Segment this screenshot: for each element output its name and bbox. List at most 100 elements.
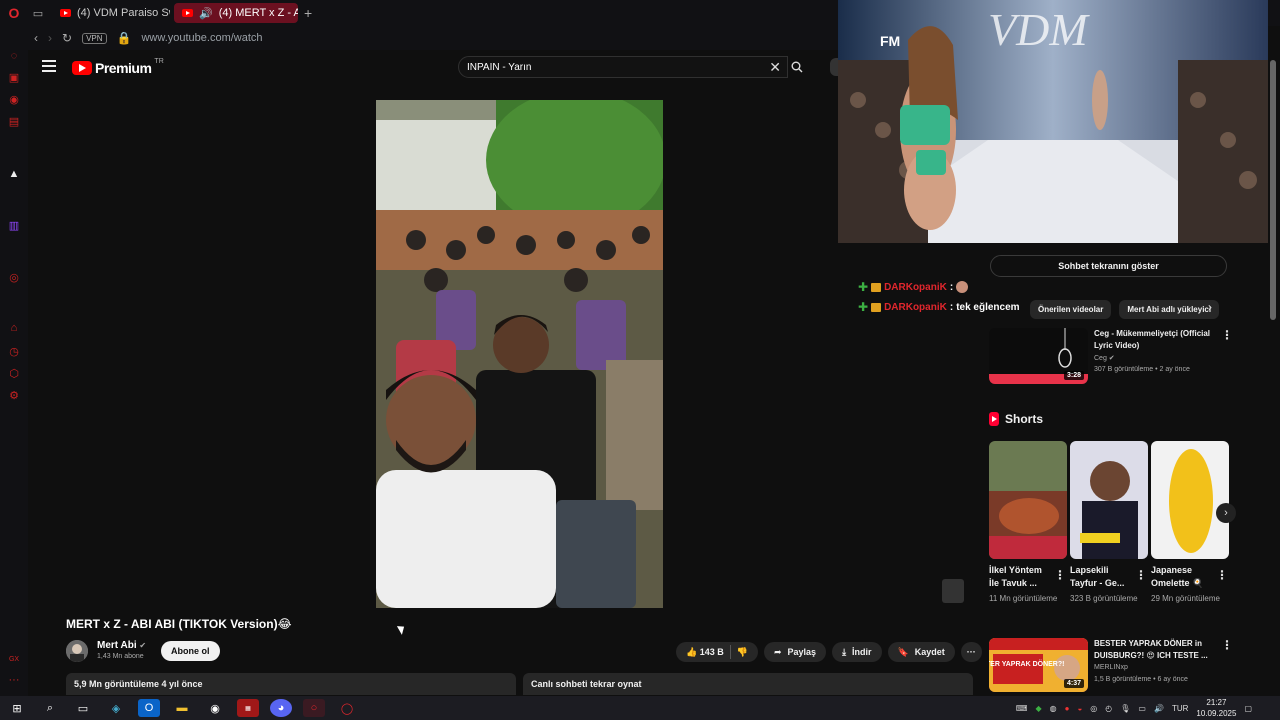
dislike-button[interactable]: 👎 [737, 647, 748, 658]
microphone-icon[interactable]: 🎙 [1120, 704, 1130, 713]
short-title[interactable]: Japanese Omelette 🍳 [1151, 564, 1215, 590]
more-options-icon[interactable]: ⋮ [1135, 569, 1147, 581]
tray-app-icon[interactable]: ◴ [1105, 704, 1112, 713]
url-field[interactable]: www.youtube.com/watch [141, 32, 262, 44]
tray-app-icon[interactable]: ● [1065, 704, 1070, 713]
tray-app-icon[interactable]: ◍ [1050, 704, 1057, 713]
save-button[interactable]: 🔖 Kaydet [887, 642, 955, 662]
reload-icon[interactable]: ↻ [62, 31, 72, 45]
tab-islands-icon[interactable]: ▭ [28, 7, 48, 20]
subscribe-button[interactable]: Abone ol [161, 641, 220, 661]
chip-uploader[interactable]: Mert Abi adlı yükleyici [1119, 300, 1220, 319]
download-button[interactable]: ⤓ İndir [832, 642, 882, 662]
recommended-video[interactable]: BESTER YAPRAK DÖNER?! 4:37 BESTER YAPRAK… [989, 638, 1233, 694]
chat-replay-bar[interactable]: Canlı sohbeti tekrar oynat [523, 673, 973, 695]
tray-app-icon[interactable]: ◒ [1077, 704, 1082, 713]
verified-icon: ✔ [139, 641, 147, 650]
outlook-icon[interactable]: O [138, 699, 160, 717]
history-icon[interactable]: ◷ [8, 346, 20, 358]
video-thumbnail[interactable]: BESTER YAPRAK DÖNER?! 4:37 [989, 638, 1088, 692]
forward-icon[interactable]: › [48, 31, 52, 45]
shopping-icon[interactable]: ▣ [8, 72, 20, 84]
page-scrollbar[interactable] [1270, 30, 1276, 690]
more-options-icon[interactable]: ⋮ [1216, 569, 1228, 581]
more-icon[interactable]: ··· [8, 674, 20, 686]
search-input[interactable] [459, 57, 739, 77]
shorts-icon [989, 412, 999, 426]
volume-icon[interactable]: 🔊 [1154, 704, 1164, 713]
video-player[interactable] [376, 100, 663, 608]
tray-app-icon[interactable]: ◎ [1090, 704, 1097, 713]
messenger-icon[interactable]: ◉ [8, 94, 20, 106]
opera-icon[interactable]: ◯ [336, 699, 358, 717]
logo-region: TR [154, 58, 164, 65]
voice-search-button[interactable] [830, 58, 838, 76]
chip-recommended[interactable]: Önerilen videolar [1030, 300, 1112, 319]
shorts-next-button[interactable]: › [1216, 503, 1236, 523]
clear-search-icon[interactable]: ✕ [769, 59, 781, 76]
channel-avatar[interactable] [66, 640, 88, 662]
copilot-icon[interactable]: ◈ [105, 699, 127, 717]
chrome-icon[interactable]: ◉ [204, 699, 226, 717]
settings-icon[interactable]: ⚙ [8, 390, 20, 402]
aria-icon[interactable]: ▲ [8, 168, 20, 180]
picture-in-picture-video[interactable]: VDM FM [838, 0, 1268, 243]
player-icon[interactable]: ◎ [8, 272, 20, 284]
discord-icon[interactable]: ◕ [270, 699, 292, 717]
description-box[interactable]: 5,9 Mn görüntüleme 4 yıl önce [66, 673, 516, 695]
keyboard-icon[interactable]: ⌨ [1016, 704, 1028, 713]
chat-user-avatar[interactable] [942, 579, 964, 603]
recommended-title[interactable]: Ceg - Mükemmeliyetçi (Official Lyric Vid… [1094, 328, 1214, 352]
tab-mert[interactable]: 🔊 (4) MERT x Z - ABI AB [174, 3, 298, 23]
channel-name[interactable]: Mert Abi ✔ [97, 640, 146, 651]
language-indicator[interactable]: TUR [1172, 704, 1188, 713]
video-thumbnail[interactable]: 3:28 [989, 328, 1088, 384]
back-icon[interactable]: ‹ [34, 31, 38, 45]
vpn-badge[interactable]: VPN [82, 32, 107, 44]
youtube-logo[interactable]: Premium TR [72, 58, 164, 76]
search-button[interactable] [784, 56, 810, 78]
extensions-icon[interactable]: ⬡ [8, 368, 20, 380]
network-icon[interactable]: ▭ [1138, 704, 1146, 713]
file-explorer-icon[interactable]: ▬ [171, 699, 193, 717]
clock[interactable]: 21:27 10.09.2025 [1196, 697, 1236, 719]
windows-start-icon[interactable]: ⊞ [6, 699, 28, 717]
short-thumbnail[interactable] [989, 441, 1067, 559]
crown-badge-icon [871, 302, 882, 312]
short-thumbnail[interactable] [1151, 441, 1229, 559]
new-tab-button[interactable]: + [304, 5, 312, 21]
recommended-title[interactable]: BESTER YAPRAK DÖNER in DUISBURG?! 😍 ICH … [1094, 638, 1214, 662]
short-title[interactable]: Lapsekili Tayfur - Ge... [1070, 564, 1134, 590]
app-icon[interactable]: ▦ [237, 699, 259, 717]
gx-icon[interactable]: GX [8, 654, 20, 666]
tray-app-icon[interactable]: ◆ [1035, 704, 1041, 713]
mail-icon[interactable]: ▤ [8, 116, 20, 128]
pinboard-icon[interactable]: ⌂ [8, 322, 20, 334]
tab-vdm[interactable]: (4) VDM Paraiso Swimwe [52, 3, 170, 23]
hamburger-menu-icon[interactable] [42, 60, 56, 72]
search-icon[interactable]: ⌕ [39, 699, 61, 717]
show-chat-button[interactable]: Sohbet tekranını göster [990, 255, 1227, 277]
scrollbar-thumb[interactable] [1270, 60, 1276, 320]
chat-sep: : [949, 281, 954, 293]
more-actions-button[interactable]: ··· [960, 642, 982, 662]
share-button[interactable]: ➦ Paylaş [763, 642, 827, 662]
opera-gx-icon[interactable]: ○ [303, 699, 325, 717]
short-title[interactable]: İlkel Yöntem İle Tavuk ... [989, 564, 1053, 590]
more-options-icon[interactable]: ⋮ [1054, 569, 1066, 581]
notifications-icon[interactable]: ▢ [1244, 704, 1252, 713]
ai-icon[interactable]: ◌ [8, 50, 20, 62]
short-thumbnail[interactable] [1070, 441, 1148, 559]
lock-icon[interactable]: 🔒 [117, 31, 132, 45]
more-options-icon[interactable]: ⋮ [1221, 329, 1233, 341]
twitch-icon[interactable]: ▥ [8, 220, 20, 232]
opera-logo-icon[interactable]: O [0, 0, 28, 26]
short-image [1151, 441, 1229, 559]
more-options-icon[interactable]: ⋮ [1221, 639, 1233, 651]
chips-next-icon[interactable]: › [1208, 300, 1212, 314]
task-view-icon[interactable]: ▭ [72, 699, 94, 717]
like-button[interactable]: 👍 143 B [686, 647, 724, 658]
recommended-channel[interactable]: MERLINxp [1094, 664, 1128, 671]
recommended-video[interactable]: 3:28 Ceg - Mükemmeliyetçi (Official Lyri… [989, 328, 1233, 386]
recommended-channel[interactable]: Ceg ✔ [1094, 354, 1115, 362]
